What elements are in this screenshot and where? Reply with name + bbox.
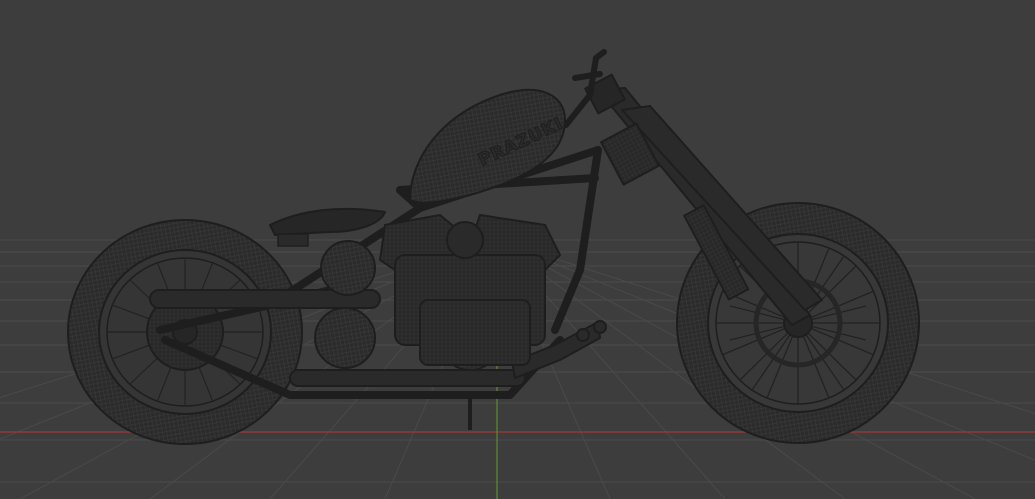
engine[interactable] [379,214,561,371]
motorcycle-model[interactable]: PRAZUKI [67,49,920,445]
viewport-canvas[interactable]: PRAZUKI [0,0,1035,499]
3d-viewport[interactable]: PRAZUKI [0,0,1035,499]
rear-wheel[interactable] [67,219,303,445]
gas-tank[interactable]: PRAZUKI [409,88,567,204]
